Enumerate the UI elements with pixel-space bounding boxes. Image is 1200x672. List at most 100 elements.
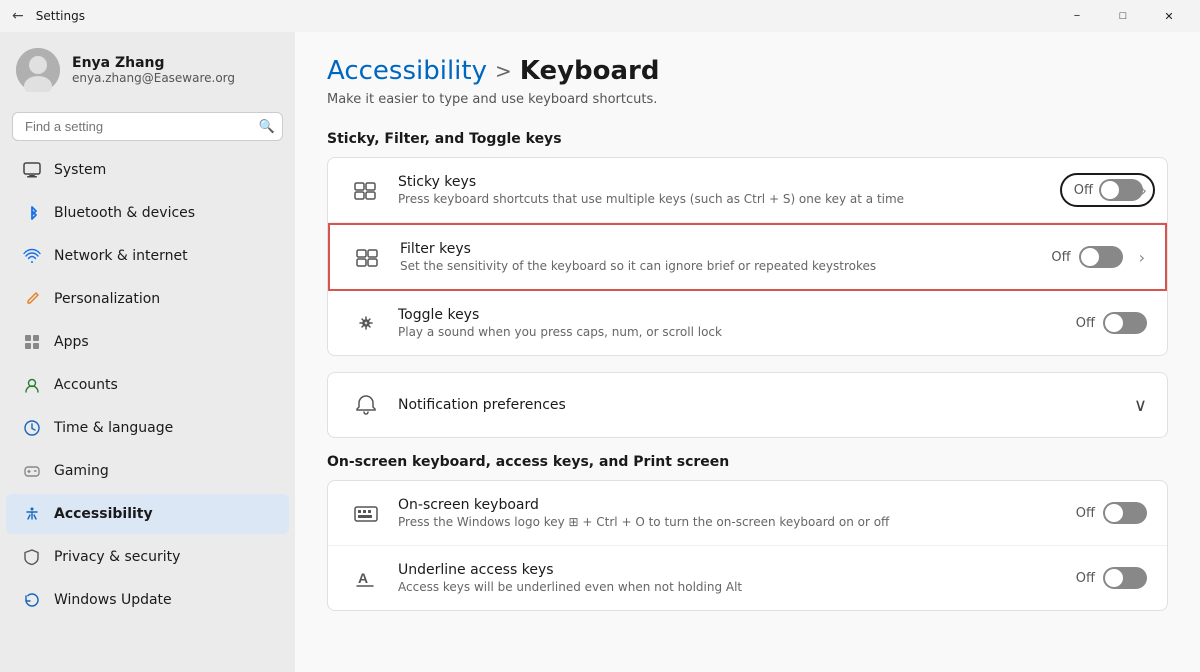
privacy-icon: [22, 547, 42, 567]
onscreen-keyboard-row[interactable]: On-screen keyboard Press the Windows log…: [328, 481, 1167, 546]
sidebar-item-label-update: Windows Update: [54, 592, 172, 608]
search-container: 🔍: [12, 112, 283, 141]
apps-icon: [22, 332, 42, 352]
underline-access-keys-toggle-label: Off: [1076, 571, 1095, 586]
underline-access-keys-desc: Access keys will be underlined even when…: [398, 580, 1076, 594]
sidebar-item-label-time: Time & language: [54, 420, 173, 436]
sidebar-item-privacy[interactable]: Privacy & security: [6, 537, 289, 577]
user-info: Enya Zhang enya.zhang@Easeware.org: [72, 55, 235, 85]
filter-keys-icon: [350, 239, 386, 275]
sidebar-item-update[interactable]: Windows Update: [6, 580, 289, 620]
window-title: Settings: [36, 9, 85, 23]
time-icon: [22, 418, 42, 438]
sidebar-item-label-personalization: Personalization: [54, 291, 160, 307]
search-icon: 🔍: [259, 119, 275, 134]
notification-label: Notification preferences: [398, 397, 1134, 413]
sidebar-item-accessibility[interactable]: Accessibility: [6, 494, 289, 534]
breadcrumb: Accessibility > Keyboard: [327, 56, 1168, 86]
user-email: enya.zhang@Easeware.org: [72, 71, 235, 85]
sidebar-item-label-accounts: Accounts: [54, 377, 118, 393]
toggle-keys-label: Toggle keys: [398, 307, 1076, 323]
sidebar-item-label-system: System: [54, 162, 106, 178]
toggle-keys-icon: [348, 305, 384, 341]
filter-keys-desc: Set the sensitivity of the keyboard so i…: [400, 259, 1051, 273]
filter-keys-chevron: ›: [1139, 248, 1145, 267]
onscreen-keyboard-toggle-label: Off: [1076, 506, 1095, 521]
gaming-icon: [22, 461, 42, 481]
notification-text: Notification preferences: [398, 397, 1134, 413]
toggle-keys-control: Off: [1076, 312, 1147, 334]
onscreen-keyboard-desc: Press the Windows logo key ⊞ + Ctrl + O …: [398, 515, 1076, 529]
content-area: Accessibility > Keyboard Make it easier …: [295, 32, 1200, 672]
section1-title: Sticky, Filter, and Toggle keys: [327, 131, 1168, 147]
close-button[interactable]: ✕: [1146, 0, 1192, 32]
filter-keys-toggle-label: Off: [1051, 250, 1070, 265]
notification-icon: [348, 387, 384, 423]
underline-access-keys-label: Underline access keys: [398, 562, 1076, 578]
sidebar-nav: System Bluetooth & devices Network & int…: [0, 149, 295, 621]
notification-row[interactable]: Notification preferences ∨: [328, 373, 1167, 437]
network-icon: [22, 246, 42, 266]
notification-expand-icon[interactable]: ∨: [1134, 395, 1147, 416]
sidebar-item-personalization[interactable]: Personalization: [6, 279, 289, 319]
sticky-filter-toggle-card: Off ➤ Sticky keys Press keyboard shortcu…: [327, 157, 1168, 356]
maximize-button[interactable]: □: [1100, 0, 1146, 32]
underline-access-keys-toggle[interactable]: [1103, 567, 1147, 589]
title-bar: ← Settings − □ ✕: [0, 0, 1200, 32]
sidebar-item-gaming[interactable]: Gaming: [6, 451, 289, 491]
accessibility-icon: [22, 504, 42, 524]
user-name: Enya Zhang: [72, 55, 235, 71]
section2-title: On-screen keyboard, access keys, and Pri…: [327, 454, 1168, 470]
sticky-keys-row[interactable]: Off ➤ Sticky keys Press keyboard shortcu…: [328, 158, 1167, 223]
update-icon: [22, 590, 42, 610]
sidebar-item-label-accessibility: Accessibility: [54, 506, 153, 522]
toggle-keys-desc: Play a sound when you press caps, num, o…: [398, 325, 1076, 339]
underline-access-keys-icon: A: [348, 560, 384, 596]
svg-text:A: A: [358, 570, 368, 586]
toggle-keys-toggle-label: Off: [1076, 316, 1095, 331]
sidebar-item-bluetooth[interactable]: Bluetooth & devices: [6, 193, 289, 233]
sticky-keys-toggle-label: Off: [1074, 183, 1093, 198]
sidebar-item-label-network: Network & internet: [54, 248, 188, 264]
filter-keys-toggle[interactable]: [1079, 246, 1123, 268]
user-profile[interactable]: Enya Zhang enya.zhang@Easeware.org: [0, 32, 295, 108]
onscreen-keyboard-toggle[interactable]: [1103, 502, 1147, 524]
sticky-keys-toggle[interactable]: [1099, 179, 1143, 201]
sidebar-item-accounts[interactable]: Accounts: [6, 365, 289, 405]
sticky-keys-desc: Press keyboard shortcuts that use multip…: [398, 192, 1013, 206]
onscreen-keyboard-icon: [348, 495, 384, 531]
toggle-keys-toggle[interactable]: [1103, 312, 1147, 334]
onscreen-keyboard-label: On-screen keyboard: [398, 497, 1076, 513]
notification-card: Notification preferences ∨: [327, 372, 1168, 438]
underline-access-keys-text: Underline access keys Access keys will b…: [398, 562, 1076, 594]
sidebar-item-network[interactable]: Network & internet: [6, 236, 289, 276]
page-description: Make it easier to type and use keyboard …: [327, 92, 1168, 107]
toggle-keys-text: Toggle keys Play a sound when you press …: [398, 307, 1076, 339]
sidebar-item-label-gaming: Gaming: [54, 463, 109, 479]
onscreen-keyboard-text: On-screen keyboard Press the Windows log…: [398, 497, 1076, 529]
breadcrumb-separator: >: [495, 59, 512, 83]
onscreen-card: On-screen keyboard Press the Windows log…: [327, 480, 1168, 611]
avatar: [16, 48, 60, 92]
personalization-icon: [22, 289, 42, 309]
sidebar-item-label-bluetooth: Bluetooth & devices: [54, 205, 195, 221]
sidebar-item-system[interactable]: System: [6, 150, 289, 190]
minimize-button[interactable]: −: [1054, 0, 1100, 32]
sidebar-item-apps[interactable]: Apps: [6, 322, 289, 362]
accounts-icon: [22, 375, 42, 395]
filter-keys-text: Filter keys Set the sensitivity of the k…: [400, 241, 1051, 273]
filter-keys-row[interactable]: Filter keys Set the sensitivity of the k…: [328, 223, 1167, 291]
sticky-keys-text: Sticky keys Press keyboard shortcuts tha…: [398, 174, 1013, 206]
sidebar-item-label-apps: Apps: [54, 334, 89, 350]
window-controls: − □ ✕: [1054, 0, 1192, 32]
sidebar-item-label-privacy: Privacy & security: [54, 549, 180, 565]
system-icon: [22, 160, 42, 180]
sticky-keys-icon: [348, 172, 384, 208]
underline-access-keys-row[interactable]: A Underline access keys Access keys will…: [328, 546, 1167, 610]
back-icon[interactable]: ←: [8, 8, 28, 24]
breadcrumb-parent[interactable]: Accessibility: [327, 56, 487, 86]
underline-access-keys-control: Off: [1076, 567, 1147, 589]
sidebar-item-time[interactable]: Time & language: [6, 408, 289, 448]
toggle-keys-row[interactable]: Toggle keys Play a sound when you press …: [328, 291, 1167, 355]
search-input[interactable]: [12, 112, 283, 141]
